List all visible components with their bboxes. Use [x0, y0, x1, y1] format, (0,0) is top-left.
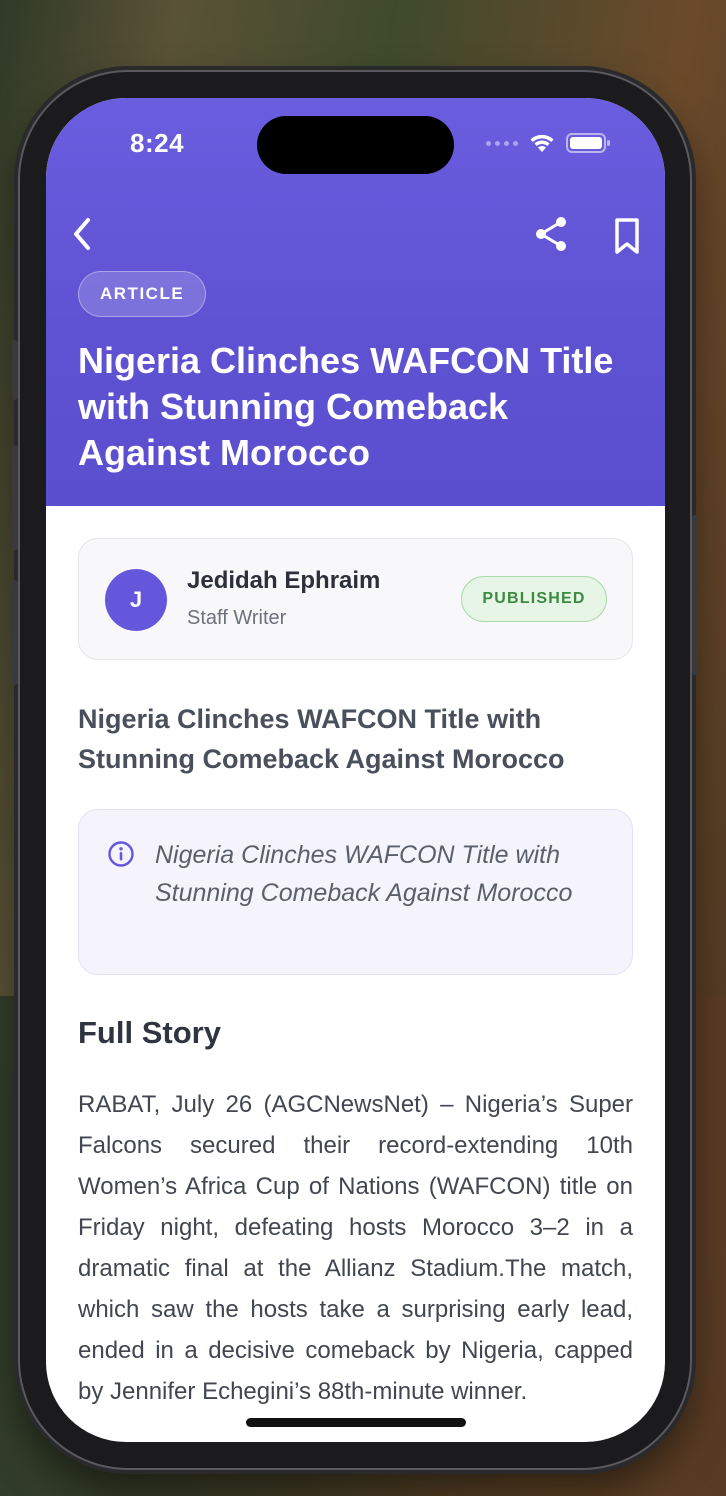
article-subtitle: Nigeria Clinches WAFCON Title with Stunn… [78, 704, 565, 774]
home-indicator[interactable] [246, 1418, 466, 1427]
mute-switch [12, 340, 18, 400]
summary-callout: Nigeria Clinches WAFCON Title with Stunn… [78, 809, 633, 975]
share-icon [536, 217, 566, 251]
volume-up-button [12, 445, 18, 550]
bookmark-button[interactable] [609, 216, 645, 256]
back-icon [74, 218, 90, 250]
share-button[interactable] [532, 214, 572, 254]
article-header: 8:24 ARTICLE Nigeria Clinches WAFCON Tit… [46, 98, 665, 506]
author-name: Jedidah Ephraim [187, 567, 381, 594]
bookmark-icon [615, 218, 639, 254]
author-role: Staff Writer [187, 607, 287, 629]
phone-screen: 8:24 ARTICLE Nigeria Clinches WAFCON Tit… [46, 98, 665, 1442]
volume-down-button [12, 580, 18, 685]
author-card[interactable]: J Jedidah Ephraim Staff Writer PUBLISHED [78, 538, 633, 660]
dynamic-island [257, 116, 454, 174]
status-icons [486, 132, 612, 154]
status-time: 8:24 [130, 128, 185, 158]
summary-text: Nigeria Clinches WAFCON Title with Stunn… [155, 841, 573, 907]
section-heading: Full Story [78, 1015, 221, 1050]
status-badge: PUBLISHED [461, 576, 607, 622]
wifi-icon [530, 134, 554, 152]
back-button[interactable] [66, 214, 102, 254]
power-button [692, 515, 698, 675]
category-pill: ARTICLE [78, 271, 207, 317]
article-title: Nigeria Clinches WAFCON Title with Stunn… [78, 340, 614, 473]
battery-icon [566, 133, 610, 153]
story-body: RABAT, July 26 (AGCNewsNet) – Nigeria’s … [78, 1091, 633, 1405]
cellular-signal-icon [486, 140, 518, 146]
avatar: J [105, 569, 167, 631]
info-icon [108, 841, 134, 867]
